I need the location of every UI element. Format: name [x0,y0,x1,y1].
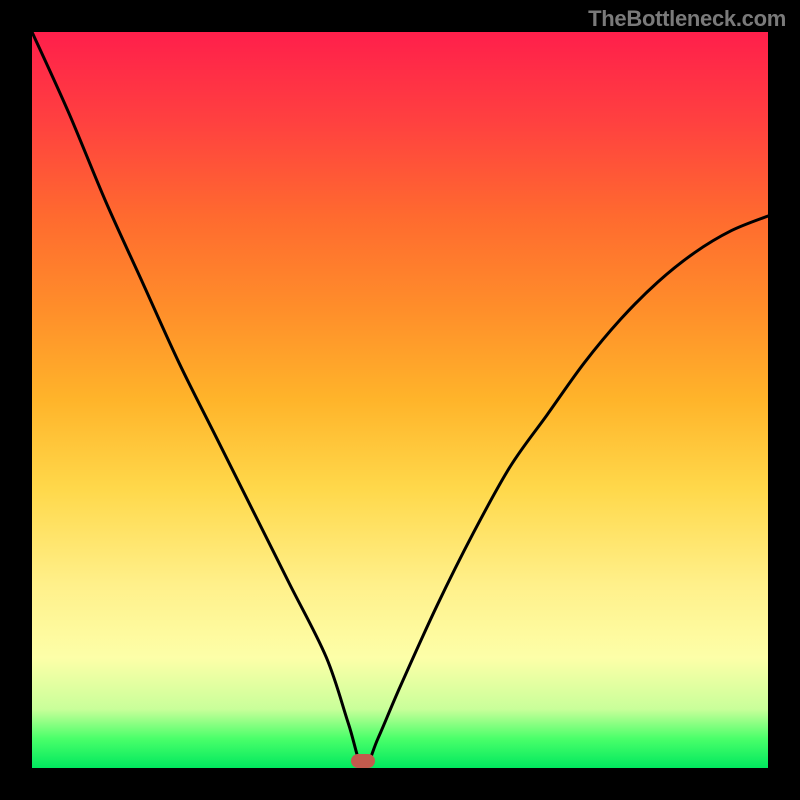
plot-area [32,32,768,768]
bottleneck-curve [32,32,768,768]
chart-frame: TheBottleneck.com [0,0,800,800]
optimum-marker [351,754,375,768]
watermark-text: TheBottleneck.com [588,6,786,32]
